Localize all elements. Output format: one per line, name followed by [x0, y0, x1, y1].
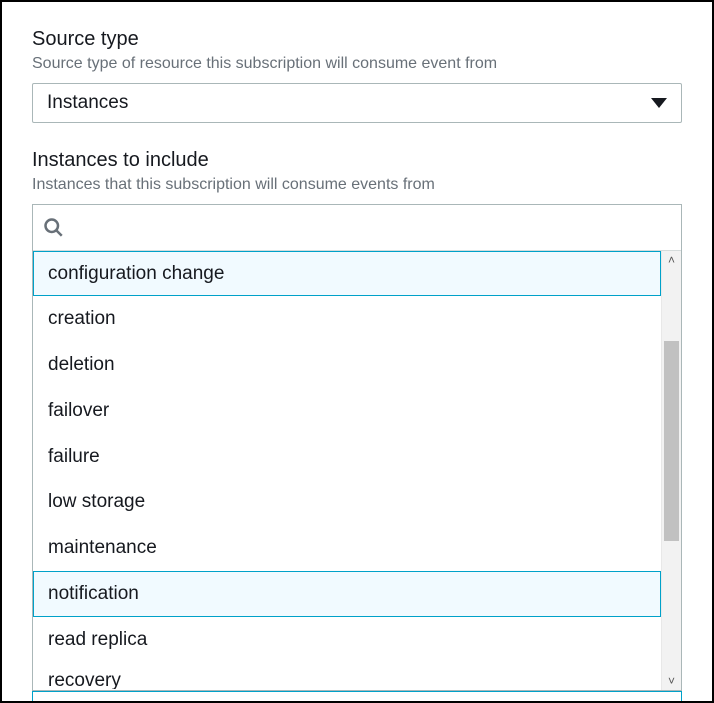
list-item[interactable]: configuration change	[33, 251, 661, 297]
form-panel: Source type Source type of resource this…	[0, 0, 714, 703]
list-item[interactable]: creation	[33, 296, 661, 342]
instances-group: Instances to include Instances that this…	[32, 147, 682, 703]
scroll-down-icon[interactable]: ˅	[668, 672, 675, 690]
source-type-select[interactable]: Instances	[32, 83, 682, 123]
source-type-desc: Source type of resource this subscriptio…	[32, 54, 682, 75]
list-item[interactable]: recovery	[33, 662, 661, 690]
instances-desc: Instances that this subscription will co…	[32, 175, 682, 196]
instances-multiselect: configuration changecreationdeletionfail…	[32, 204, 682, 692]
source-type-group: Source type Source type of resource this…	[32, 26, 682, 123]
scroll-up-icon[interactable]: ˄	[668, 251, 675, 269]
list-item[interactable]: read replica	[33, 617, 661, 663]
list-item[interactable]: low storage	[33, 479, 661, 525]
list-item[interactable]: deletion	[33, 342, 661, 388]
list-item[interactable]: notification	[33, 571, 661, 617]
chevron-down-icon	[651, 98, 667, 108]
list-item[interactable]: failover	[33, 388, 661, 434]
source-type-value: Instances	[47, 92, 128, 114]
event-categories-select[interactable]: select event categories	[32, 691, 682, 703]
source-type-label: Source type	[32, 26, 682, 52]
list-item[interactable]: failure	[33, 434, 661, 480]
search-icon	[43, 217, 63, 237]
scroll-track[interactable]	[662, 269, 681, 673]
options-list-wrap: configuration changecreationdeletionfail…	[33, 251, 681, 691]
scroll-thumb[interactable]	[664, 341, 679, 541]
search-input[interactable]	[69, 217, 671, 238]
search-row	[33, 205, 681, 251]
options-list: configuration changecreationdeletionfail…	[33, 251, 661, 691]
scrollbar[interactable]: ˄ ˅	[661, 251, 681, 691]
instances-label: Instances to include	[32, 147, 682, 173]
list-item[interactable]: maintenance	[33, 525, 661, 571]
